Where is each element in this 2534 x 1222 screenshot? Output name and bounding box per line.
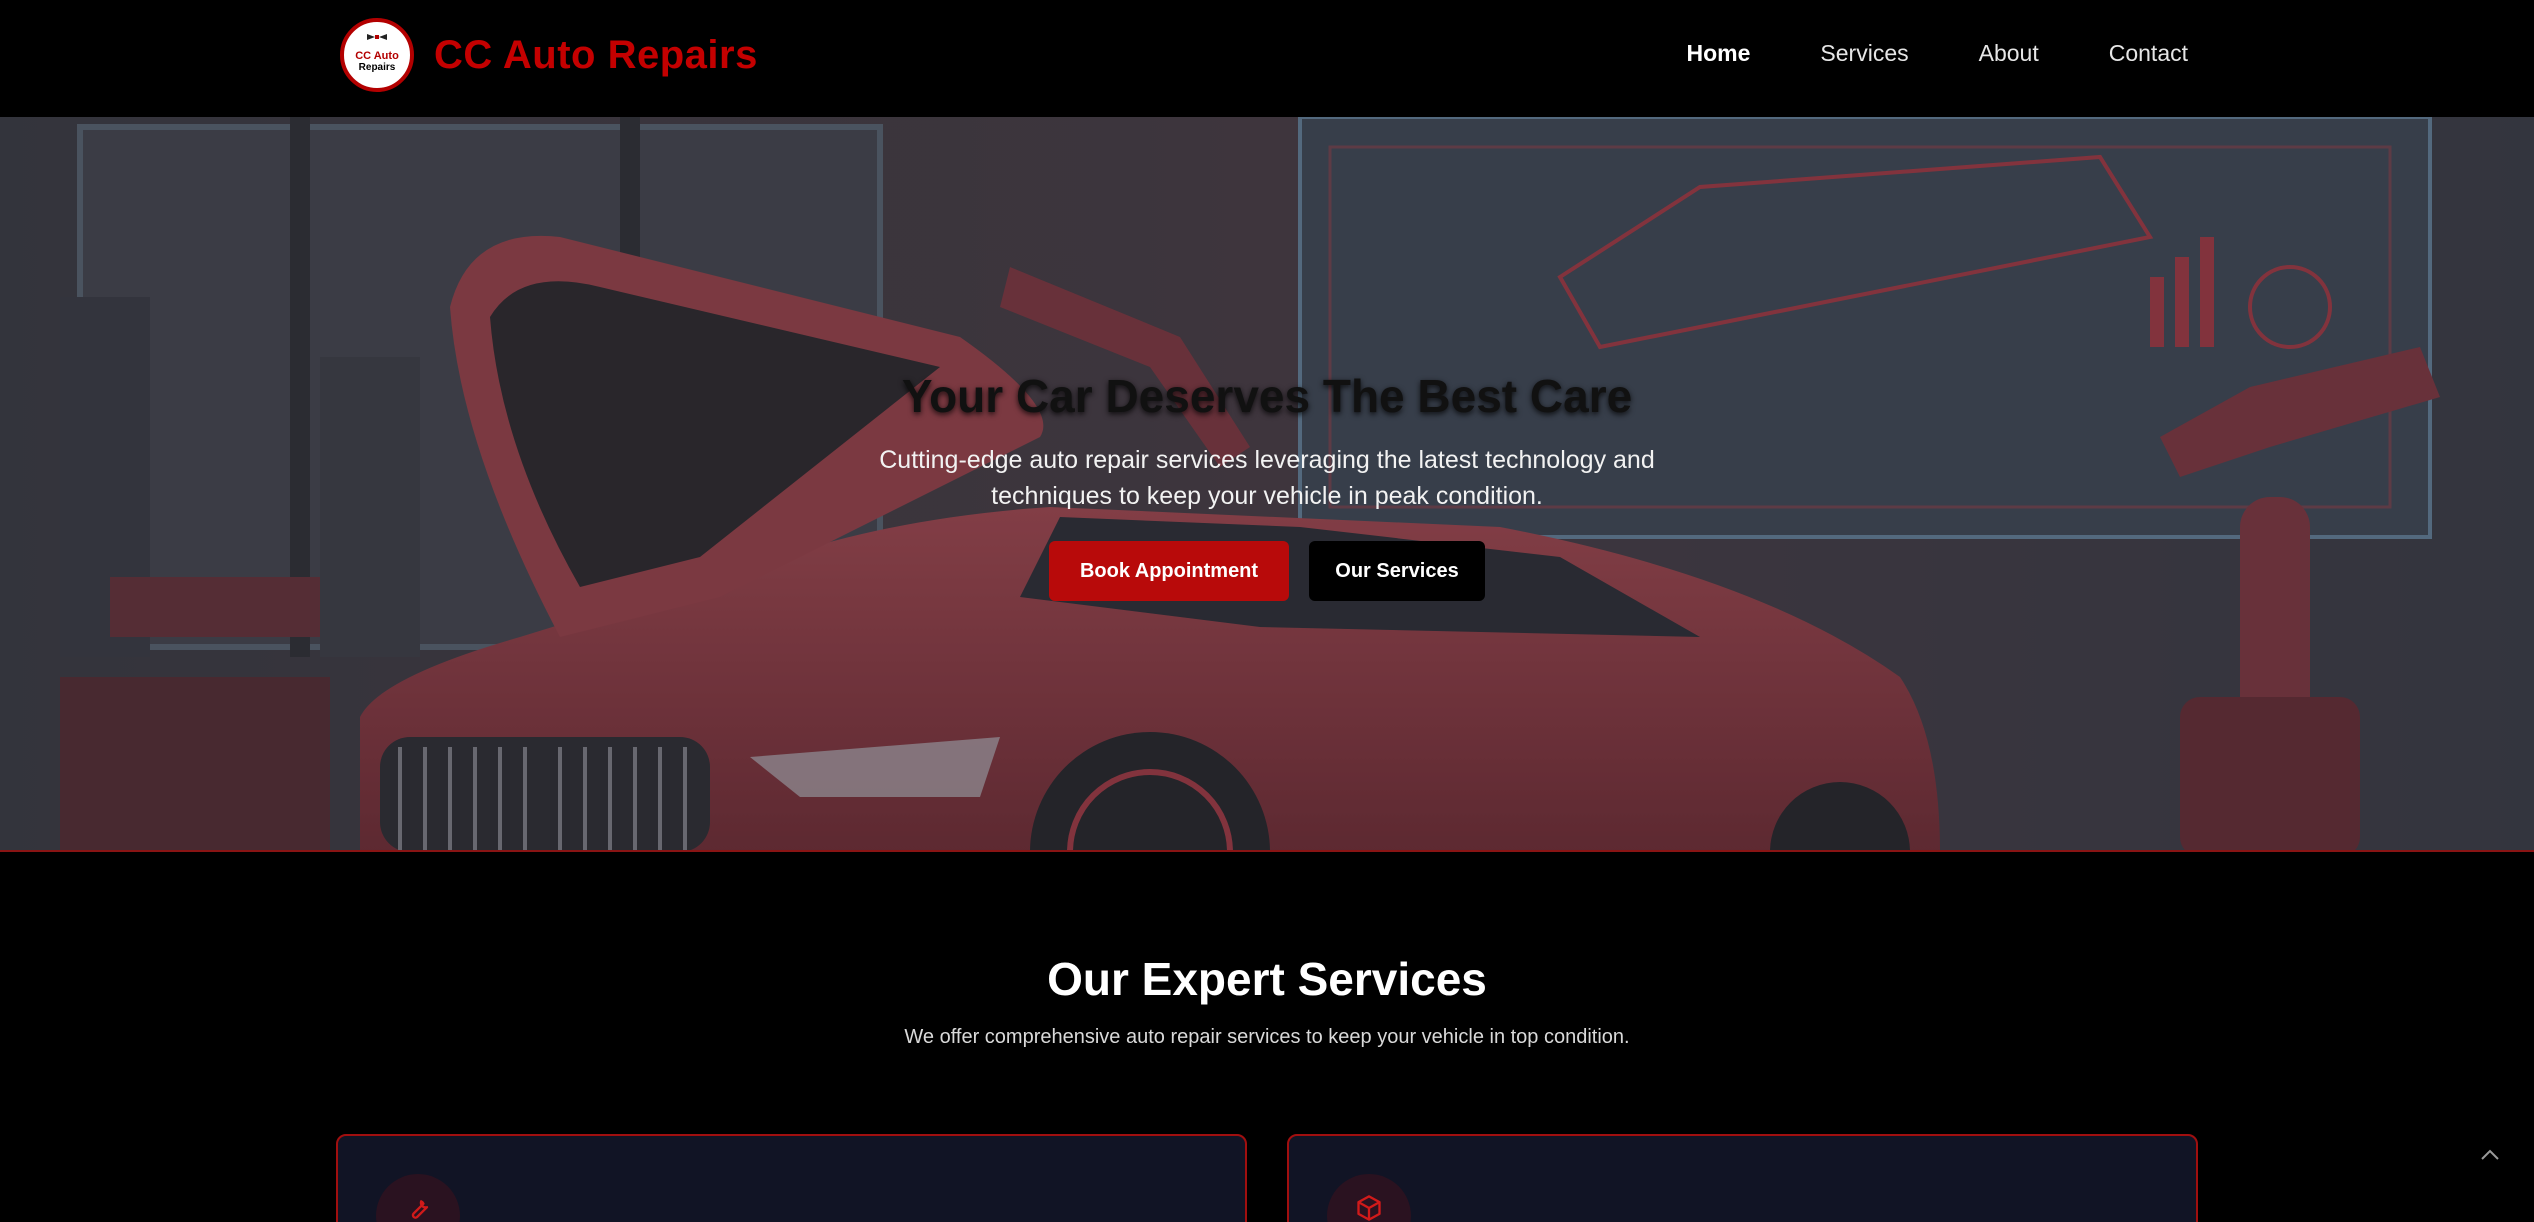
nav-about[interactable]: About: [1979, 40, 2039, 67]
service-icon-circle: [376, 1174, 460, 1222]
navbar: CC Auto Repairs CC Auto Repairs Home Ser…: [0, 0, 2534, 117]
hero-section: Your Car Deserves The Best Care Cutting-…: [0, 117, 2534, 852]
brand-name[interactable]: CC Auto Repairs: [434, 33, 758, 78]
chevron-up-icon: [2481, 1149, 2499, 1160]
logo-line2: Repairs: [358, 62, 396, 73]
box-icon: [1357, 1195, 1381, 1221]
hero-subtitle: Cutting-edge auto repair services levera…: [879, 446, 1655, 510]
hero-title: Your Car Deserves The Best Care: [901, 370, 1633, 422]
service-card[interactable]: [1287, 1134, 2198, 1222]
hero-buttons: Book Appointment Our Services: [0, 541, 2534, 601]
main-nav: Home Services About Contact: [1617, 40, 2188, 67]
brand[interactable]: CC Auto Repairs CC Auto Repairs: [340, 18, 758, 92]
nav-services[interactable]: Services: [1820, 40, 1908, 67]
book-appointment-button[interactable]: Book Appointment: [1049, 541, 1289, 601]
service-icon-circle: [1327, 1174, 1411, 1222]
logo-line1: CC Auto: [355, 50, 399, 62]
nav-home[interactable]: Home: [1687, 40, 1751, 67]
services-title: Our Expert Services: [1047, 953, 1487, 1005]
services-section: Our Expert Services We offer comprehensi…: [0, 852, 2534, 1222]
logo[interactable]: CC Auto Repairs: [340, 18, 414, 92]
wrench-wings-icon: [367, 34, 387, 40]
service-card[interactable]: [336, 1134, 1247, 1222]
scroll-to-top-button[interactable]: [2470, 1135, 2510, 1175]
nav-contact[interactable]: Contact: [2109, 40, 2188, 67]
services-subtitle: We offer comprehensive auto repair servi…: [904, 1026, 1630, 1048]
wrench-icon: [411, 1200, 429, 1219]
our-services-button[interactable]: Our Services: [1309, 541, 1485, 601]
